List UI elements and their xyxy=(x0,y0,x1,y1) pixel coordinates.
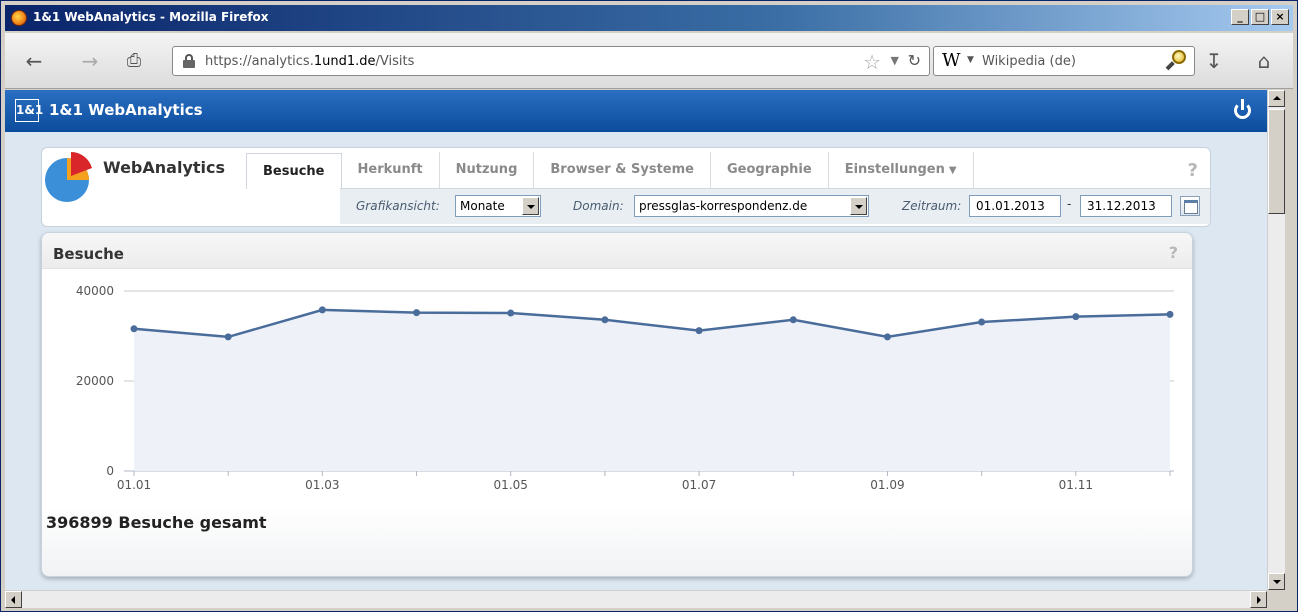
page-viewport: 1&1 1&1 WebAnalytics WebAnalytics Besuch… xyxy=(5,90,1267,590)
range-label: Zeitraum: xyxy=(902,199,962,213)
firefox-icon xyxy=(11,10,27,26)
minimize-button[interactable]: _ xyxy=(1231,9,1249,25)
data-point xyxy=(695,327,703,335)
close-button[interactable]: × xyxy=(1271,9,1289,25)
x-tick-label: 01.01 xyxy=(117,478,151,492)
forward-icon[interactable]: → xyxy=(77,49,103,75)
home-icon[interactable]: ⌂ xyxy=(1251,49,1277,75)
search-bar[interactable]: W ▼ Wikipedia (de) xyxy=(933,46,1195,76)
view-select[interactable]: Monate xyxy=(455,195,541,217)
brand-label: WebAnalytics xyxy=(103,158,226,177)
chart-header xyxy=(42,233,1192,269)
maximize-button[interactable]: □ xyxy=(1251,9,1269,25)
scroll-down-button[interactable] xyxy=(1268,573,1285,590)
webanalytics-pie-icon xyxy=(45,152,92,202)
chart-title: Besuche xyxy=(53,245,124,263)
search-input[interactable]: Wikipedia (de) xyxy=(982,54,1076,69)
domain-select-value: pressglas-korrespondenz.de xyxy=(639,199,808,213)
app-title: 1&1 WebAnalytics xyxy=(49,101,203,119)
tab-browser-systeme[interactable]: Browser & Systeme xyxy=(534,152,711,188)
data-point xyxy=(883,333,891,341)
tab-einstellungen-label: Einstellungen xyxy=(844,162,945,177)
tab-einstellungen[interactable]: Einstellungen ▼ xyxy=(829,152,974,188)
scroll-up-button[interactable] xyxy=(1268,90,1285,107)
help-icon[interactable]: ? xyxy=(1188,160,1198,181)
tab-herkunft[interactable]: Herkunft xyxy=(342,152,440,188)
window-title: 1&1 WebAnalytics - Mozilla Firefox xyxy=(33,10,269,24)
tab-geographie[interactable]: Geographie xyxy=(711,152,829,188)
print-icon[interactable]: ⎙ xyxy=(121,49,147,75)
data-point xyxy=(601,316,609,324)
data-point xyxy=(1072,313,1080,321)
domain-label: Domain: xyxy=(573,199,624,213)
back-icon[interactable]: ← xyxy=(21,49,47,75)
area-fill xyxy=(134,309,1170,471)
x-tick-label: 01.07 xyxy=(682,478,716,492)
navigation-toolbar: ← → ⎙ https://analytics.1und1.de/Visits … xyxy=(5,33,1293,89)
data-point xyxy=(130,325,138,333)
horizontal-scrollbar[interactable] xyxy=(5,590,1267,608)
url-bar[interactable]: https://analytics.1und1.de/Visits ☆ ▼ ↻ xyxy=(172,46,930,76)
calendar-icon[interactable] xyxy=(1180,196,1200,216)
data-point xyxy=(224,333,232,341)
vertical-scrollbar[interactable] xyxy=(1267,90,1285,590)
bookmark-star-icon[interactable]: ☆ xyxy=(863,50,881,74)
scroll-right-button[interactable] xyxy=(1250,591,1267,608)
data-point xyxy=(413,309,421,317)
domain-select[interactable]: pressglas-korrespondenz.de xyxy=(634,195,869,217)
tab-bar: Besuche Herkunft Nutzung Browser & Syste… xyxy=(246,152,974,189)
download-icon[interactable]: ↧ xyxy=(1201,49,1227,75)
view-label: Grafikansicht: xyxy=(356,199,440,213)
url-text[interactable]: https://analytics.1und1.de/Visits xyxy=(205,54,414,69)
chevron-down-icon[interactable] xyxy=(850,197,867,215)
visits-line-chart: 0 20000 40000 01.01 01.03 01.05 01.07 01.09 01.1… xyxy=(76,284,1174,492)
data-point xyxy=(507,309,515,317)
data-point xyxy=(318,306,326,314)
x-tick-label: 01.05 xyxy=(494,478,528,492)
chart-help-icon[interactable]: ? xyxy=(1169,243,1178,262)
chevron-down-icon: ▼ xyxy=(948,165,957,176)
lock-icon xyxy=(183,54,195,68)
vertical-scroll-thumb[interactable] xyxy=(1268,109,1285,214)
x-tick-label: 01.09 xyxy=(870,478,904,492)
engine-dropdown-icon[interactable]: ▼ xyxy=(967,55,974,65)
y-tick-label: 20000 xyxy=(76,374,114,388)
y-tick-label: 0 xyxy=(106,464,114,478)
scroll-left-button[interactable] xyxy=(5,591,22,608)
x-tick-label: 01.03 xyxy=(305,478,339,492)
navigation-card: WebAnalytics Besuche Herkunft Nutzung Br… xyxy=(41,147,1211,227)
wikipedia-icon[interactable]: W xyxy=(942,50,961,71)
browser-window: 1&1 WebAnalytics - Mozilla Firefox _ □ ×… xyxy=(0,0,1298,612)
app-logo: 1&1 xyxy=(15,99,43,122)
window-titlebar[interactable]: 1&1 WebAnalytics - Mozilla Firefox _ □ × xyxy=(5,5,1293,31)
filter-bar: Grafikansicht: Monate Domain: pressglas-… xyxy=(340,188,1210,224)
tab-besuche[interactable]: Besuche xyxy=(246,153,342,189)
resize-grip[interactable] xyxy=(1267,590,1285,608)
date-from-input[interactable]: 01.01.2013 xyxy=(969,195,1061,217)
app-header: 1&1 1&1 WebAnalytics xyxy=(5,90,1267,132)
view-select-value: Monate xyxy=(460,199,505,213)
data-point xyxy=(1166,310,1174,318)
history-dropdown-icon[interactable]: ▼ xyxy=(891,54,899,67)
total-visits: 396899 Besuche gesamt xyxy=(46,513,267,532)
y-tick-label: 40000 xyxy=(76,284,114,298)
tab-nutzung[interactable]: Nutzung xyxy=(440,152,535,188)
date-to-input[interactable]: 31.12.2013 xyxy=(1080,195,1172,217)
search-icon[interactable] xyxy=(1165,50,1186,72)
x-tick-label: 01.11 xyxy=(1059,478,1093,492)
chevron-down-icon[interactable] xyxy=(522,197,539,215)
reload-icon[interactable]: ↻ xyxy=(908,51,921,70)
data-point xyxy=(978,318,986,326)
date-range-dash: - xyxy=(1067,197,1072,211)
power-icon[interactable] xyxy=(1233,98,1253,120)
data-point xyxy=(789,316,797,324)
